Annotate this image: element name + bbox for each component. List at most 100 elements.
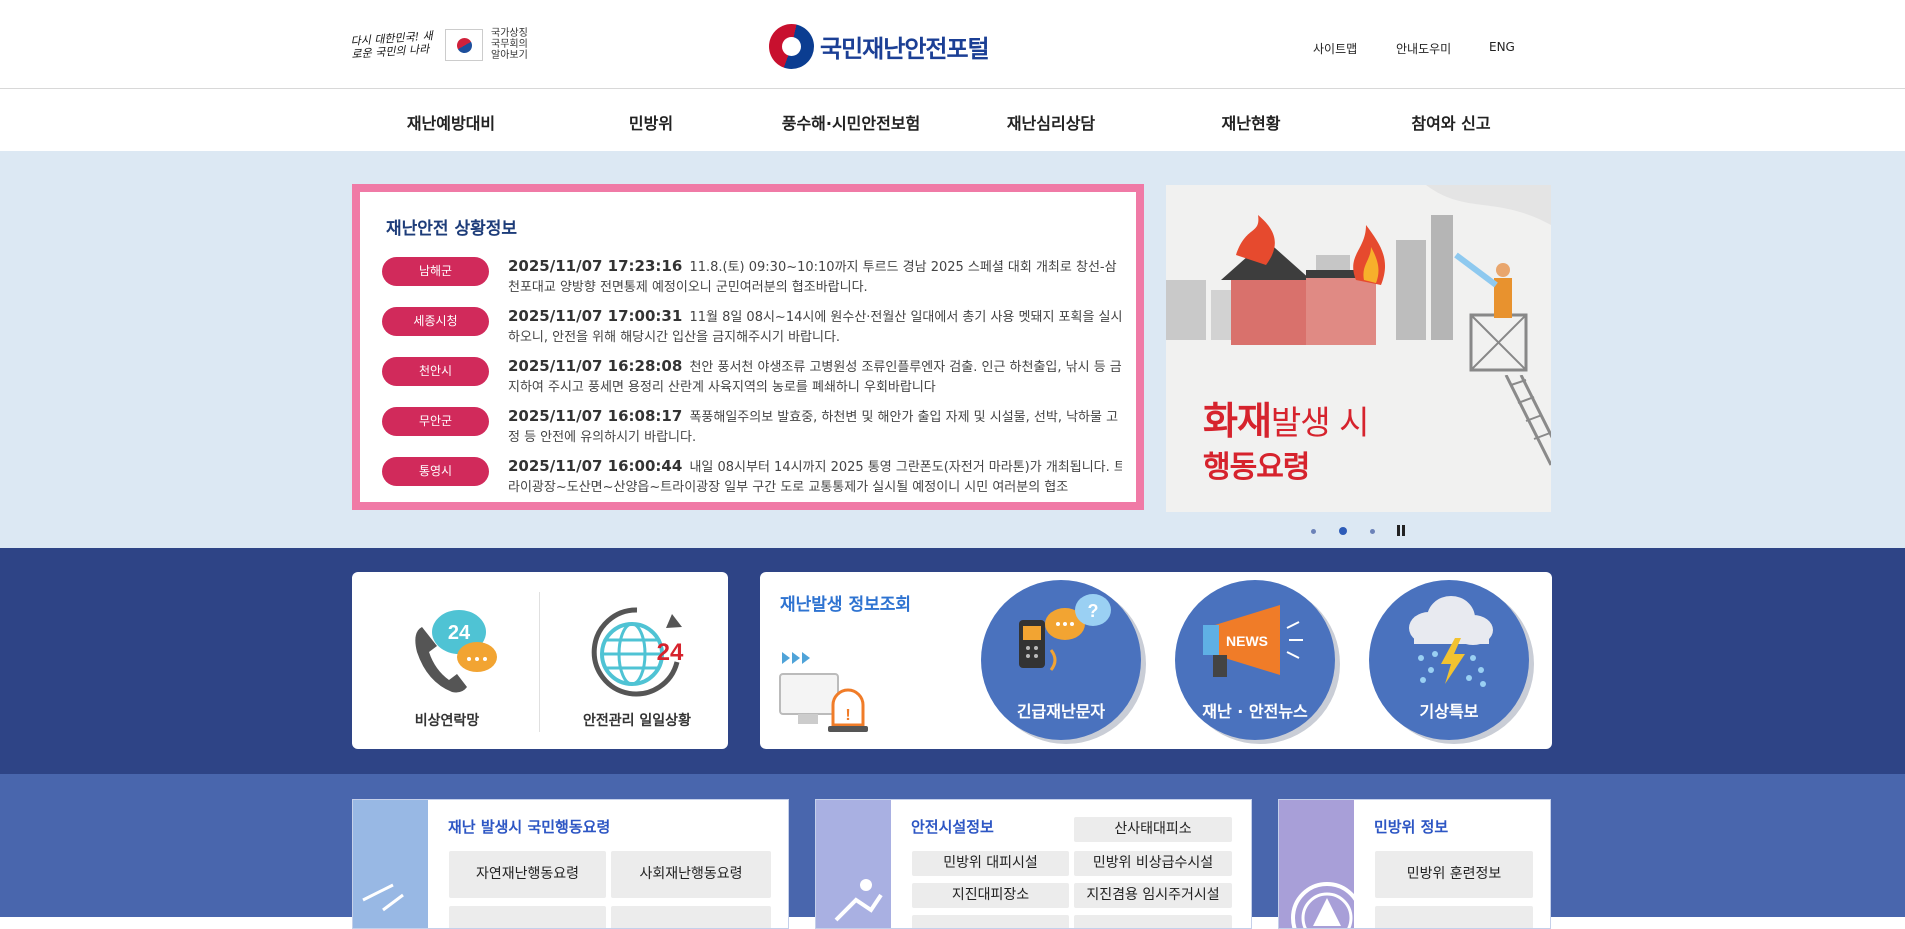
phone-24-icon: 24 — [415, 610, 497, 693]
daily-safety-link[interactable]: 24 안전관리 일일상황 — [557, 582, 717, 742]
daily-safety-label: 안전관리 일일상황 — [583, 713, 691, 729]
civil-defense-side — [1279, 800, 1363, 928]
situation-item[interactable]: 세종시청 2025/11/07 17:00:31 11월 8일 08시~14시에… — [382, 306, 1122, 356]
divider — [539, 592, 540, 732]
region-badge: 남해군 — [382, 257, 489, 286]
sitemap-link[interactable]: 사이트맵 — [1313, 40, 1357, 57]
emergency-sms-button[interactable]: ? 긴급재난문자 — [981, 580, 1141, 740]
situation-text: 2025/11/07 16:28:08 천안 풍서천 야생조류 고병원성 조류인… — [508, 356, 1128, 398]
situation-text: 2025/11/07 17:00:31 11월 8일 08시~14시에 원수산·… — [508, 306, 1128, 348]
emergency-contact-link[interactable]: 24 비상연락망 — [372, 582, 522, 742]
svg-text:24: 24 — [657, 639, 684, 666]
nav-disaster-prevention[interactable]: 재난예방대비 — [407, 110, 495, 134]
civil-defense-emblem-icon — [1291, 882, 1363, 928]
banner-heading-strong: 화재 — [1203, 399, 1272, 443]
situation-time: 2025/11/07 16:08:17 — [508, 407, 683, 425]
situation-panel: 재난안전 상황정보 남해군 2025/11/07 17:23:16 11.8.(… — [352, 184, 1144, 510]
more-guide-button[interactable] — [611, 906, 771, 928]
nav-report[interactable]: 참여와 신고 — [1411, 110, 1490, 134]
svg-text:NEWS: NEWS — [1226, 633, 1268, 649]
banner-heading-rest: 발생 시 — [1270, 403, 1370, 442]
nav-civil-defense[interactable]: 민방위 — [629, 110, 673, 134]
temp-housing-button[interactable]: 지진겸용 임시주거시설 — [1074, 883, 1232, 908]
weather-warning-label: 기상특보 — [1419, 702, 1479, 721]
site-logo[interactable]: 국민재난안전포털 — [769, 24, 990, 69]
safety-news-label: 재난 · 안전뉴스 — [1202, 702, 1308, 721]
action-guide-title: 재난 발생시 국민행동요령 — [448, 818, 611, 836]
quick-links-panel: 24 비상연락망 24 안전관리 일일상황 — [352, 572, 728, 749]
running-person-icon — [834, 879, 883, 922]
safety-facility-title: 안전시설정보 — [911, 818, 994, 836]
government-emblem-icon — [769, 24, 814, 69]
civil-defense-card: 민방위 정보 민방위 훈련정보 — [1278, 799, 1551, 929]
earthquake-shelter-button[interactable]: 지진대피장소 — [912, 883, 1069, 908]
slide-dot-3[interactable] — [1370, 529, 1375, 534]
water-supply-button[interactable]: 민방위 비상급수시설 — [1074, 851, 1232, 876]
globe-24-icon: 24 — [591, 607, 684, 697]
banner-heading: 화재발생 시 — [1203, 390, 1369, 445]
taegukgi-icon — [445, 28, 483, 61]
nav-insurance[interactable]: 풍수해·시민안전보험 — [782, 110, 921, 134]
gov-link-line: 국가상징 — [491, 28, 528, 39]
nav-counseling[interactable]: 재난심리상담 — [1007, 110, 1095, 134]
situation-time: 2025/11/07 16:28:08 — [508, 357, 683, 375]
slogan-logo: 다시 대한민국! 새로운 국민의 나라 — [350, 28, 434, 61]
situation-time: 2025/11/07 17:23:16 — [508, 257, 683, 275]
header: 다시 대한민국! 새로운 국민의 나라 국가상징 국무회의 알아보기 국민재난안… — [0, 0, 1905, 89]
situation-item[interactable]: 남해군 2025/11/07 17:23:16 11.8.(토) 09:30~1… — [382, 256, 1122, 306]
fire-illustration — [1166, 185, 1551, 372]
more-guide-button[interactable] — [449, 906, 606, 928]
weather-warning-button[interactable]: 기상특보 — [1369, 580, 1529, 740]
region-badge: 천안시 — [382, 357, 489, 386]
civil-defense-title: 민방위 정보 — [1374, 818, 1449, 836]
civil-shelter-button[interactable]: 민방위 대피시설 — [912, 851, 1069, 876]
action-guide-side — [353, 800, 428, 928]
guide-link[interactable]: 안내도우미 — [1396, 40, 1451, 57]
landslide-shelter-button[interactable]: 산사태대피소 — [1074, 817, 1232, 842]
svg-text:!: ! — [845, 707, 850, 724]
slide-dot-1[interactable] — [1311, 529, 1316, 534]
gov-symbol-link[interactable]: 국가상징 국무회의 알아보기 — [491, 28, 528, 61]
situation-item[interactable]: 무안군 2025/11/07 16:08:17 폭풍해일주의보 발효중, 하천변… — [382, 406, 1122, 456]
site-title: 국민재난안전포털 — [820, 35, 990, 63]
nav-disaster-status[interactable]: 재난현황 — [1222, 110, 1281, 134]
person-icon — [362, 883, 404, 912]
drill-info-button[interactable]: 민방위 훈련정보 — [1375, 851, 1533, 898]
more-civil-button[interactable] — [1375, 906, 1533, 928]
pause-icon[interactable] — [1396, 525, 1406, 536]
emergency-contact-label: 비상연락망 — [414, 713, 480, 729]
safety-news-button[interactable]: NEWS 재난 · 안전뉴스 — [1175, 580, 1335, 740]
natural-disaster-guide-button[interactable]: 자연재난행동요령 — [449, 851, 606, 898]
situation-text: 2025/11/07 16:08:17 폭풍해일주의보 발효중, 하천변 및 해… — [508, 406, 1128, 448]
svg-text:24: 24 — [448, 622, 471, 644]
alert-monitor-icon: ! — [779, 652, 868, 732]
storm-cloud-icon — [1409, 596, 1493, 687]
safety-facility-side — [816, 800, 891, 928]
gov-brand[interactable]: 다시 대한민국! 새로운 국민의 나라 국가상징 국무회의 알아보기 — [350, 28, 528, 61]
region-badge: 세종시청 — [382, 307, 489, 336]
gov-link-line: 국무회의 — [491, 39, 528, 50]
emergency-sms-label: 긴급재난문자 — [1016, 702, 1106, 721]
more-facility-button[interactable] — [1074, 915, 1232, 928]
svg-text:?: ? — [1088, 601, 1099, 621]
social-disaster-guide-button[interactable]: 사회재난행동요령 — [611, 851, 771, 898]
situation-text: 2025/11/07 17:23:16 11.8.(토) 09:30~10:10… — [508, 256, 1128, 298]
region-badge: 무안군 — [382, 407, 489, 436]
situation-title: 재난안전 상황정보 — [386, 219, 518, 239]
banner-subheading: 행동요령 — [1203, 450, 1310, 485]
main-nav: 재난예방대비 민방위 풍수해·시민안전보험 재난심리상담 재난현황 참여와 신고 — [0, 89, 1905, 151]
situation-text: 2025/11/07 16:00:44 내일 08시부터 14시까지 2025 … — [508, 456, 1122, 496]
more-facility-button[interactable] — [912, 915, 1069, 928]
safety-facility-card: 안전시설정보 산사태대피소 민방위 대피시설 민방위 비상급수시설 지진대피장소… — [815, 799, 1252, 929]
fire-banner[interactable]: 화재발생 시 행동요령 — [1166, 185, 1551, 512]
disaster-info-title: 재난발생 정보조회 — [780, 595, 912, 615]
megaphone-news-icon: NEWS — [1203, 605, 1303, 677]
gov-link-line: 알아보기 — [491, 50, 528, 61]
slide-dot-2-active[interactable] — [1339, 527, 1347, 535]
english-link[interactable]: ENG — [1489, 40, 1515, 54]
situation-item[interactable]: 통영시 2025/11/07 16:00:44 내일 08시부터 14시까지 2… — [382, 456, 1122, 496]
mobile-alert-icon: ? — [1019, 594, 1111, 671]
disaster-info-panel: 재난발생 정보조회 ! ? 긴급재난문자 NEWS 재난 · 안전뉴스 기상특보 — [760, 572, 1552, 749]
situation-item[interactable]: 천안시 2025/11/07 16:28:08 천안 풍서천 야생조류 고병원성… — [382, 356, 1122, 406]
action-guide-card: 재난 발생시 국민행동요령 자연재난행동요령 사회재난행동요령 — [352, 799, 789, 929]
